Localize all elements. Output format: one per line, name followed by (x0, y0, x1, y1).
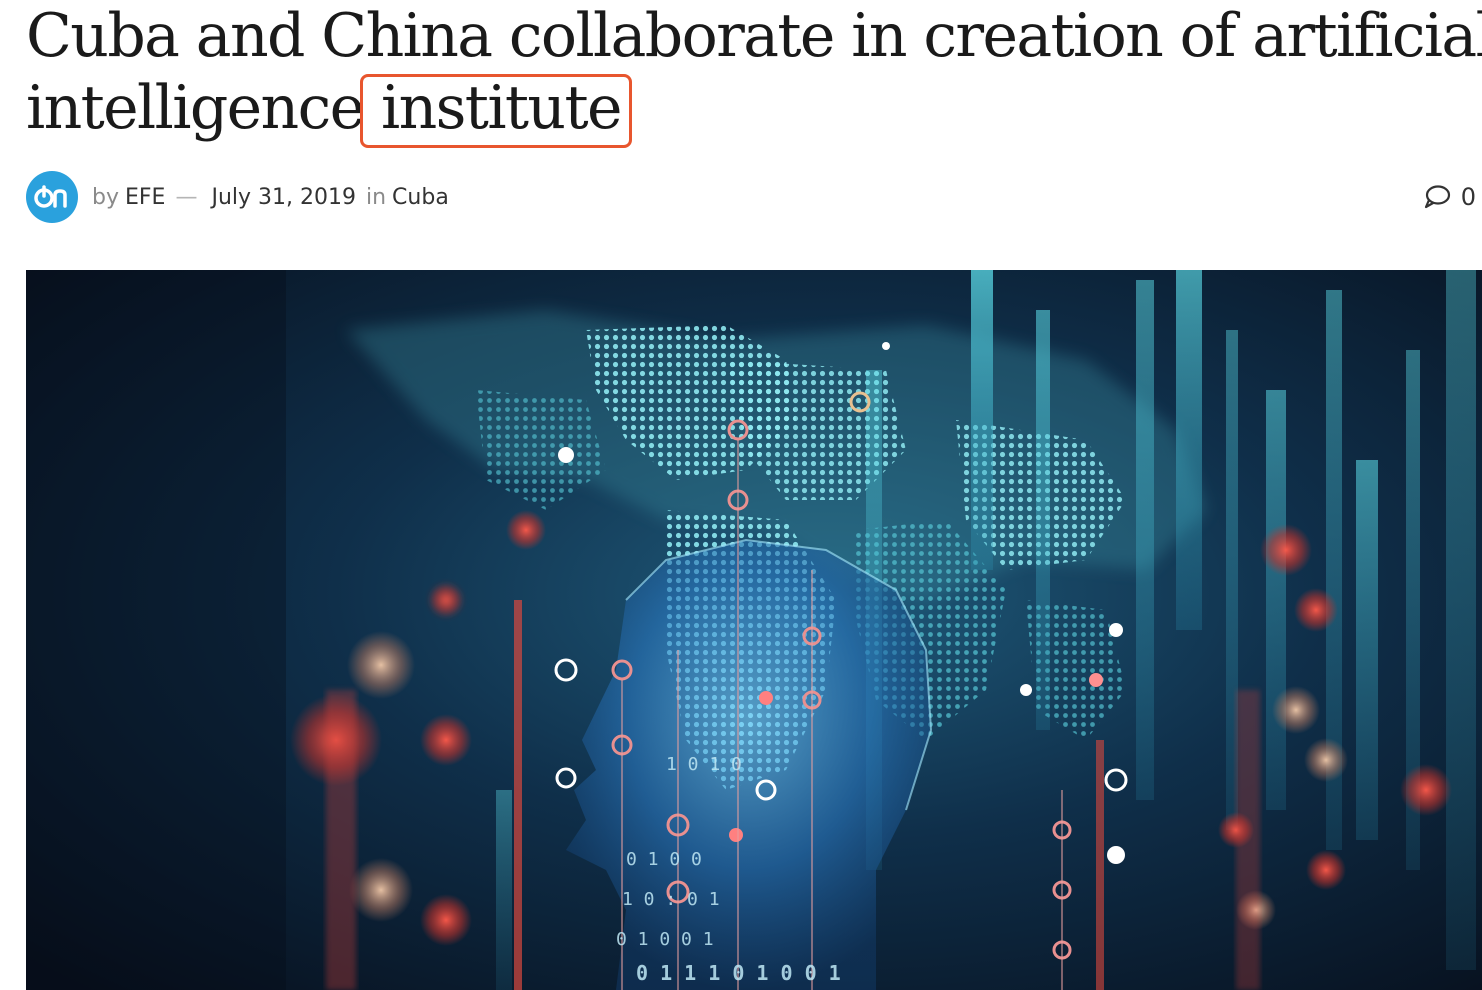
meta-separator: — (175, 184, 198, 210)
highlight-annotation-box (360, 74, 632, 148)
title-line-1: Cuba and China collaborate in creation o… (26, 1, 1482, 71)
binary-text-1: 0 1 0 0 1 (616, 929, 714, 950)
author-avatar[interactable] (26, 171, 78, 223)
in-label: in (365, 184, 387, 210)
article-meta: by EFE — July 31, 2019 in Cuba 0 (26, 170, 1482, 224)
on-logo-icon (34, 185, 67, 208)
ai-head-world-map-illustration: 1 0 1 0 0 1 0 0 1 0 : 0 1 0 1 0 0 1 0 1 … (26, 270, 1482, 990)
binary-text-2: 0 1 1 1 0 1 0 0 1 (636, 961, 841, 985)
title-line-2: intelligence institute (26, 72, 1482, 144)
comment-count: 0 (1460, 183, 1476, 211)
featured-image: 1 0 1 0 0 1 0 0 1 0 : 0 1 0 1 0 0 1 0 1 … (26, 270, 1482, 990)
binary-text-5: 1 0 1 0 (666, 754, 742, 775)
binary-text-3: 1 0 : 0 1 (622, 889, 720, 910)
comments-link[interactable]: 0 (1423, 183, 1476, 211)
binary-text-4: 0 1 0 0 (626, 849, 702, 870)
article-title: Cuba and China collaborate in creation o… (26, 0, 1482, 144)
by-label: by (92, 184, 119, 210)
comment-bubble-icon (1424, 185, 1450, 209)
author-link[interactable]: EFE (125, 185, 165, 210)
category-link[interactable]: Cuba (392, 185, 449, 210)
title-word-intelligence: intelligence (26, 73, 365, 143)
publish-date[interactable]: July 31, 2019 (211, 185, 356, 210)
